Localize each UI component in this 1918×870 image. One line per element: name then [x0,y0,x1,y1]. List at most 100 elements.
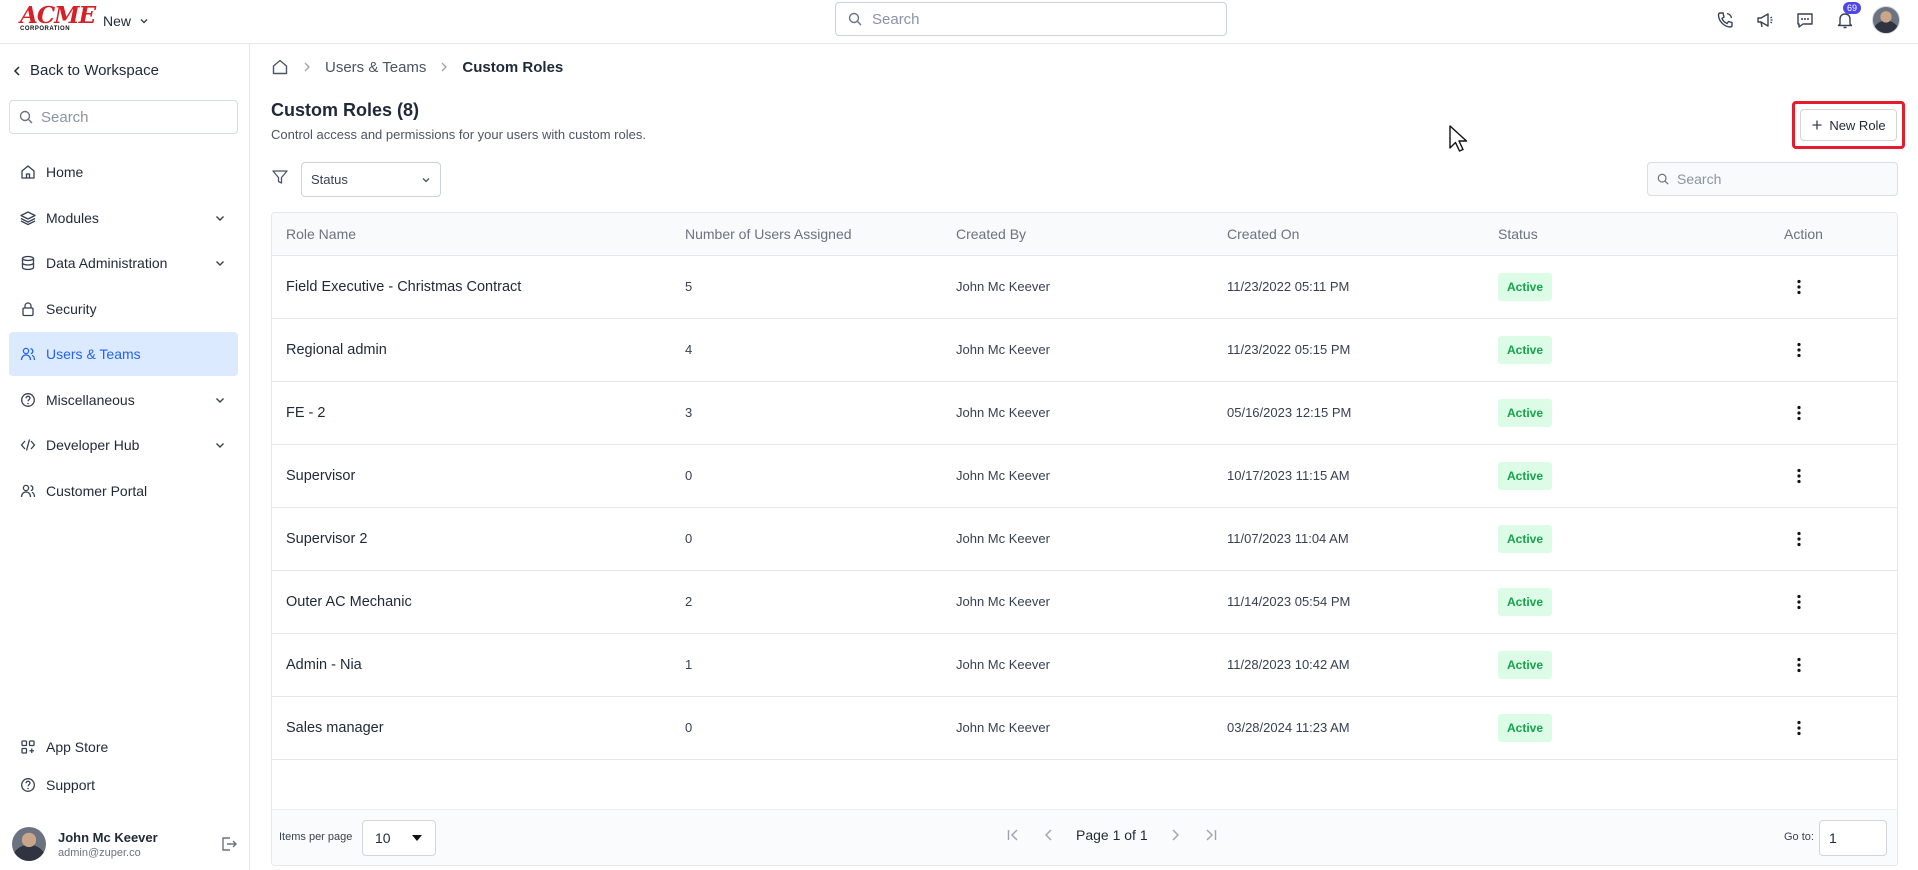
more-vertical-icon[interactable] [1789,403,1809,423]
column-header-status[interactable]: Status [1484,213,1770,256]
sidebar-item-customer-portal[interactable]: Customer Portal [9,469,238,513]
back-link-label: Back to Workspace [30,62,159,79]
global-search[interactable] [835,2,1227,36]
column-header-role-name[interactable]: Role Name [272,213,671,256]
created-on-cell: 03/28/2024 11:23 AM [1227,720,1350,735]
items-per-page-select[interactable]: 10 [362,820,436,856]
table-search[interactable] [1647,162,1898,196]
column-header-created-on[interactable]: Created On [1213,213,1484,256]
created-by-cell: John Mc Keever [956,468,1050,483]
home-icon[interactable] [271,58,289,76]
status-cell: Active [1484,570,1770,633]
role-name-cell[interactable]: FE - 2 [272,381,671,444]
role-name-cell[interactable]: Outer AC Mechanic [272,570,671,633]
more-vertical-icon[interactable] [1789,592,1809,612]
table-row[interactable]: Regional admin 4 John Mc Keever 11/23/20… [272,318,1897,381]
home-icon [20,164,36,180]
avatar[interactable] [1872,6,1900,34]
back-to-workspace-link[interactable]: Back to Workspace [12,62,159,79]
sidebar: Back to Workspace Home Modules Data Admi… [0,44,250,870]
role-name-cell[interactable]: Regional admin [272,318,671,381]
database-icon [20,255,36,271]
chevron-down-icon [421,175,431,185]
prev-page-icon[interactable] [1040,826,1058,844]
created-by-cell: John Mc Keever [956,342,1050,357]
column-header-action: Action [1770,213,1897,256]
roles-table: Role Name Number of Users Assigned Creat… [271,212,1898,866]
sidebar-item-app-store[interactable]: App Store [9,728,238,766]
table-row[interactable]: Sales manager 0 John Mc Keever 03/28/202… [272,696,1897,759]
sidebar-item-data-administration[interactable]: Data Administration [9,241,238,285]
logout-icon[interactable] [220,835,238,853]
status-filter-select[interactable]: Status [301,162,441,197]
more-vertical-icon[interactable] [1789,340,1809,360]
column-header-users-assigned[interactable]: Number of Users Assigned [671,213,942,256]
mouse-cursor-icon [1449,125,1468,152]
status-badge: Active [1498,587,1553,616]
breadcrumb: Users & Teams Custom Roles [271,56,563,78]
sidebar-item-label: App Store [46,739,109,755]
avatar[interactable] [12,827,46,861]
table-row[interactable]: Field Executive - Christmas Contract 5 J… [272,255,1897,318]
first-page-icon[interactable] [1004,826,1022,844]
created-on-cell: 10/17/2023 11:15 AM [1227,468,1350,483]
table-row[interactable]: FE - 2 3 John Mc Keever 05/16/2023 12:15… [272,381,1897,444]
goto-label: Go to: [1784,831,1814,843]
table-row[interactable]: Admin - Nia 1 John Mc Keever 11/28/2023 … [272,633,1897,696]
code-icon [20,437,36,453]
sidebar-item-users-teams[interactable]: Users & Teams [9,332,238,376]
action-cell [1770,381,1897,444]
more-vertical-icon[interactable] [1789,277,1809,297]
table-search-input[interactable] [1677,171,1897,187]
sidebar-item-security[interactable]: Security [9,287,238,331]
acme-logo[interactable]: ACME CORPORATION [20,4,96,33]
chevron-left-icon [12,65,22,77]
megaphone-icon[interactable] [1752,7,1778,33]
sidebar-item-miscellaneous[interactable]: Miscellaneous [9,378,238,422]
chat-icon[interactable] [1792,7,1818,33]
column-header-created-by[interactable]: Created By [942,213,1213,256]
sidebar-item-modules[interactable]: Modules [9,196,238,240]
role-name-cell[interactable]: Field Executive - Christmas Contract [272,255,671,318]
sidebar-nav: Home Modules Data Administration Securit… [9,150,238,514]
next-page-icon[interactable] [1166,826,1184,844]
sidebar-search-input[interactable] [41,108,237,126]
filter-icon[interactable] [271,168,289,186]
users-assigned-cell: 0 [685,531,693,546]
role-name-cell[interactable]: Sales manager [272,696,671,759]
table-row[interactable]: Outer AC Mechanic 2 John Mc Keever 11/14… [272,570,1897,633]
more-vertical-icon[interactable] [1789,466,1809,486]
global-search-input[interactable] [872,10,1226,28]
search-icon [19,110,33,124]
user-email: admin@zuper.co [58,846,141,859]
sidebar-item-label: Support [46,777,96,793]
action-cell [1770,570,1897,633]
new-role-button[interactable]: New Role [1800,109,1897,141]
action-cell [1770,444,1897,507]
more-vertical-icon[interactable] [1789,529,1809,549]
role-name-cell[interactable]: Supervisor [272,444,671,507]
more-vertical-icon[interactable] [1789,718,1809,738]
last-page-icon[interactable] [1202,826,1220,844]
created-by-cell: John Mc Keever [956,279,1050,294]
breadcrumb-users-teams[interactable]: Users & Teams [325,59,426,76]
bell-icon[interactable]: 69 [1832,2,1861,33]
role-name-cell[interactable]: Admin - Nia [272,633,671,696]
new-menu-button[interactable]: New [103,10,149,32]
created-on-cell: 11/28/2023 10:42 AM [1227,657,1350,672]
sidebar-item-developer-hub[interactable]: Developer Hub [9,423,238,467]
sidebar-item-support[interactable]: Support [9,766,238,804]
status-badge: Active [1498,524,1553,553]
table-row[interactable]: Supervisor 0 John Mc Keever 10/17/2023 1… [272,444,1897,507]
help-circle-icon [20,777,36,793]
status-badge: Active [1498,335,1553,364]
sidebar-item-home[interactable]: Home [9,150,238,194]
goto-page-input[interactable] [1819,820,1887,856]
created-by-cell: John Mc Keever [956,657,1050,672]
sidebar-search[interactable] [9,100,238,134]
created-by-cell: John Mc Keever [956,720,1050,735]
phone-icon[interactable] [1712,7,1738,33]
role-name-cell[interactable]: Supervisor 2 [272,507,671,570]
table-row[interactable]: Supervisor 2 0 John Mc Keever 11/07/2023… [272,507,1897,570]
more-vertical-icon[interactable] [1789,655,1809,675]
